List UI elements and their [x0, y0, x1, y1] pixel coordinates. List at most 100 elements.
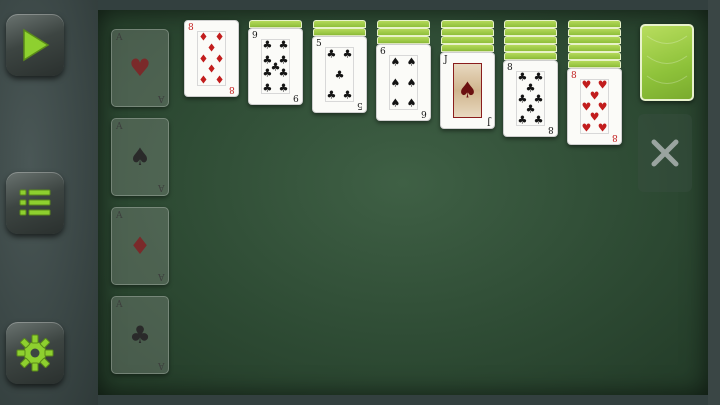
suit-pip-icon: ♣ [278, 66, 289, 80]
suit-pip-icon: ♦ [214, 73, 225, 87]
suit-pip-icon: ♣ [262, 66, 273, 80]
tableau-card[interactable]: 9 9 ♣ ♣ ♣ ♣ ♣ ♣ ♣ ♣ ♣ [248, 28, 303, 105]
tableau-card[interactable]: 8 8 ♦ ♦ ♦ ♦ ♦ ♦ ♦ ♦ [184, 20, 239, 97]
foundation-diamonds[interactable]: A ♦ A [111, 207, 169, 285]
face-down-card [504, 44, 557, 52]
foundation-rank: A [157, 93, 165, 103]
face-down-card [568, 44, 621, 52]
tableau-card[interactable]: 8 8 ♣ ♣ ♣ ♣ ♣ ♣ ♣ ♣ [503, 60, 558, 137]
card-rank: J [487, 116, 491, 126]
foundation-rank: A [116, 122, 123, 132]
suit-pip-icon: ♣ [326, 47, 337, 61]
card-rank: 6 [380, 47, 386, 57]
foundation-hearts[interactable]: A ♥ A [111, 29, 169, 107]
face-down-card [441, 20, 494, 28]
foundation-rank: A [116, 211, 123, 221]
suit-pip-icon: ♣ [278, 38, 289, 52]
suit-pip-icon: ♥ [581, 121, 592, 135]
club-icon: ♣ [129, 321, 151, 349]
tableau-card[interactable]: J J ♠ [440, 52, 495, 129]
diamond-icon: ♦ [129, 232, 151, 260]
suit-pip-icon: ♠ [406, 96, 417, 110]
face-down-card [441, 28, 494, 36]
jack-icon: ♠ [457, 78, 478, 103]
face-down-card [568, 60, 621, 68]
foundation-rank: A [157, 182, 165, 192]
face-down-card [441, 44, 494, 52]
face-down-card [504, 20, 557, 28]
face-down-card [313, 28, 366, 36]
face-down-card [568, 52, 621, 60]
face-down-card [568, 36, 621, 44]
face-down-card [377, 36, 430, 44]
face-down-card [504, 52, 557, 60]
card-rank: 9 [293, 92, 299, 102]
card-rank: 8 [507, 63, 513, 73]
suit-pip-icon: ♣ [533, 113, 544, 127]
suit-pip-icon: ♣ [326, 88, 337, 102]
suit-pip-icon: ♠ [406, 76, 417, 89]
suit-pip-icon: ♣ [517, 113, 528, 127]
waste-pile[interactable] [638, 114, 692, 192]
play-button[interactable] [6, 14, 64, 76]
play-icon [23, 28, 50, 62]
suit-pip-icon: ♣ [262, 38, 273, 52]
suit-pip-icon: ♠ [390, 96, 401, 110]
card-rank: 8 [229, 84, 235, 94]
card-rank: 6 [421, 108, 427, 118]
suit-pip-icon: ♣ [262, 81, 273, 95]
gear-icon [16, 334, 54, 372]
face-down-card [441, 36, 494, 44]
suit-pip-icon: ♠ [390, 76, 401, 89]
foundation-rank: A [157, 271, 165, 281]
foundation-spades[interactable]: A ♠ A [111, 118, 169, 196]
suit-pip-icon: ♣ [342, 88, 353, 102]
face-down-card [504, 36, 557, 44]
face-down-card [313, 20, 366, 28]
list-icon [19, 189, 51, 216]
suit-pip-icon: ♣ [278, 81, 289, 95]
card-rank: 8 [188, 23, 194, 33]
card-rank: 8 [612, 132, 618, 142]
face-down-card [249, 20, 302, 28]
menu-button[interactable] [6, 172, 64, 234]
card-rank: 5 [357, 100, 363, 110]
suit-pip-icon: ♥ [597, 121, 608, 135]
suit-pip-icon: ♠ [406, 55, 417, 69]
stock-pile[interactable] [640, 24, 694, 101]
pip-area: ♥ ♥ ♥ ♥ ♥ ♥ ♥ ♥ [580, 79, 609, 134]
card-rank: 8 [548, 124, 554, 134]
tableau-card[interactable]: 5 5 ♣ ♣ ♣ ♣ ♣ [312, 36, 367, 113]
face-down-card [568, 28, 621, 36]
card-rank: J [444, 55, 448, 65]
settings-button[interactable] [6, 322, 64, 384]
pip-area: ♦ ♦ ♦ ♦ ♦ ♦ ♦ ♦ [197, 31, 226, 86]
face-down-card [504, 28, 557, 36]
card-rank: 9 [252, 31, 258, 41]
card-back-pattern-icon [646, 35, 688, 84]
tableau-card[interactable]: 8 8 ♥ ♥ ♥ ♥ ♥ ♥ ♥ ♥ [567, 68, 622, 145]
spade-icon: ♠ [129, 143, 151, 171]
foundation-rank: A [116, 300, 123, 310]
right-edge [708, 0, 720, 405]
face-card-art: ♠ [453, 63, 482, 118]
foundation-rank: A [157, 360, 165, 370]
pip-area: ♠ ♠ ♠ ♠ ♠ ♠ [389, 55, 418, 110]
foundation-clubs[interactable]: A ♣ A [111, 296, 169, 374]
pip-area: ♣ ♣ ♣ ♣ ♣ ♣ ♣ ♣ [516, 71, 545, 126]
suit-pip-icon: ♣ [342, 47, 353, 61]
card-rank: 8 [571, 71, 577, 81]
face-down-card [377, 28, 430, 36]
pip-area: ♣ ♣ ♣ ♣ ♣ ♣ ♣ ♣ ♣ [261, 39, 290, 94]
close-icon [651, 139, 679, 167]
face-down-card [568, 20, 621, 28]
face-down-card [377, 20, 430, 28]
tableau-card[interactable]: 6 6 ♠ ♠ ♠ ♠ ♠ ♠ [376, 44, 431, 121]
suit-pip-icon: ♣ [334, 68, 345, 81]
foundation-rank: A [116, 33, 123, 43]
heart-icon: ♥ [129, 54, 151, 82]
card-rank: 5 [316, 39, 322, 49]
pip-area: ♣ ♣ ♣ ♣ ♣ [325, 47, 354, 102]
suit-pip-icon: ♦ [198, 73, 209, 87]
suit-pip-icon: ♠ [390, 55, 401, 69]
